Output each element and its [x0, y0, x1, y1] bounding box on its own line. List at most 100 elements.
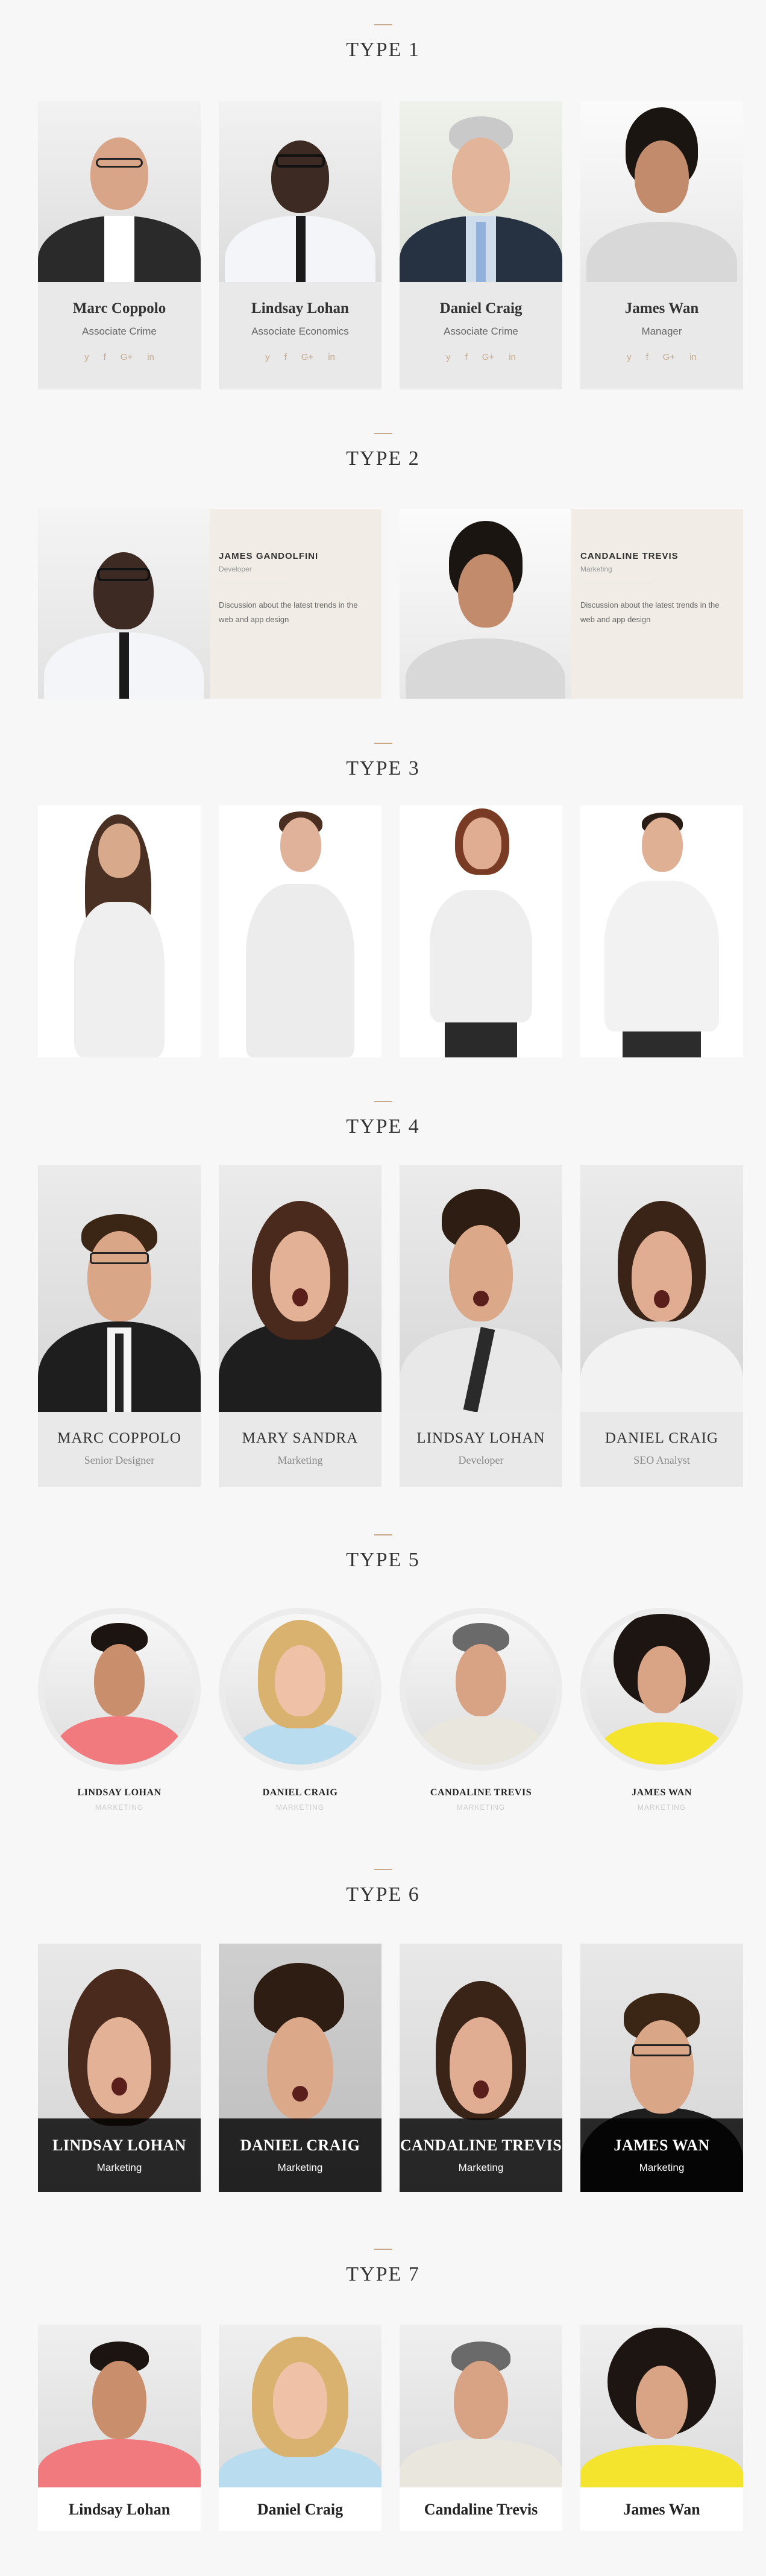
team-card[interactable]: MARC COPPOLO Senior Designer [38, 1165, 201, 1487]
member-name: DANIEL CRAIG [262, 1787, 338, 1798]
member-name: JAMES WAN [632, 1787, 692, 1798]
member-role: Marketing [277, 1454, 323, 1466]
member-name: LINDSAY LOHAN [52, 2137, 186, 2154]
team-card[interactable]: JAMES WAN MARKETING [580, 1608, 743, 1819]
member-role: Marketing [580, 565, 612, 573]
section-header: TYPE 2 [0, 433, 766, 470]
section-header: TYPE 6 [0, 1869, 766, 1906]
member-description: Discussion about the latest trends in th… [580, 600, 720, 624]
twitter-icon[interactable]: y [446, 352, 451, 362]
team-card[interactable] [580, 805, 743, 1057]
team-card[interactable] [38, 805, 201, 1057]
team-card[interactable]: DANIEL CRAIG Marketing [219, 1944, 381, 2192]
member-photo [38, 2325, 201, 2487]
facebook-icon[interactable]: f [465, 352, 468, 362]
member-info: JAMES GANDOLFINI Developer Discussion ab… [219, 551, 369, 627]
team-card[interactable]: JAMES GANDOLFINI Developer Discussion ab… [38, 509, 381, 699]
linkedin-icon[interactable]: in [328, 352, 335, 362]
person-figure [38, 805, 201, 1057]
member-name: CANDALINE TREVIS [430, 1787, 532, 1798]
team-section-type4: TYPE 4 MARC COPPOLO Senior Designer MARY… [0, 1101, 766, 1487]
team-card[interactable]: Daniel Craig Associate Crime y f G+ in [400, 101, 562, 389]
team-card[interactable]: CANDALINE TREVIS Marketing [400, 1944, 562, 2192]
team-card[interactable]: LINDSAY LOHAN Marketing [38, 1944, 201, 2192]
google-plus-icon[interactable]: G+ [301, 352, 313, 362]
member-role: Associate Crime [444, 326, 518, 337]
member-role: Marketing [639, 2162, 685, 2173]
facebook-icon[interactable]: f [646, 352, 648, 362]
member-photo [400, 101, 562, 282]
team-card[interactable] [219, 805, 381, 1057]
team-card[interactable]: Marc Coppolo Associate Crime y f G+ in [38, 101, 201, 389]
member-description: Discussion about the latest trends in th… [219, 600, 358, 624]
section-title: TYPE 6 [346, 1883, 420, 1906]
linkedin-icon[interactable]: in [147, 352, 154, 362]
section-divider [374, 24, 392, 25]
section-divider [374, 1101, 392, 1102]
member-role: MARKETING [95, 1803, 144, 1812]
member-role: Developer [458, 1454, 504, 1466]
facebook-icon[interactable]: f [104, 352, 106, 362]
member-role: Associate Economics [251, 326, 349, 337]
team-card[interactable]: MARY SANDRA Marketing [219, 1165, 381, 1487]
team-row: Lindsay Lohan Daniel Craig Candaline Tre… [38, 2325, 743, 2531]
section-title: TYPE 1 [346, 39, 420, 61]
member-name: LINDSAY LOHAN [77, 1787, 162, 1798]
member-overlay: LINDSAY LOHAN Marketing [38, 2118, 201, 2192]
section-title: TYPE 2 [346, 447, 420, 470]
twitter-icon[interactable]: y [627, 352, 632, 362]
member-role: Developer [219, 565, 252, 573]
section-title: TYPE 4 [346, 1115, 420, 1138]
linkedin-icon[interactable]: in [509, 352, 516, 362]
section-divider [374, 743, 392, 744]
linkedin-icon[interactable]: in [689, 352, 697, 362]
member-name: Lindsay Lohan [68, 2501, 171, 2518]
member-name: Daniel Craig [439, 300, 523, 316]
team-card[interactable]: CANDALINE TREVIS MARKETING [400, 1608, 562, 1819]
member-photo [580, 101, 743, 282]
team-card[interactable]: James Wan [580, 2325, 743, 2531]
team-card[interactable] [400, 805, 562, 1057]
section-title: TYPE 3 [346, 757, 420, 779]
google-plus-icon[interactable]: G+ [121, 352, 133, 362]
google-plus-icon[interactable]: G+ [482, 352, 494, 362]
member-name: James Wan [624, 300, 699, 316]
team-card[interactable]: CANDALINE TREVIS Marketing Discussion ab… [400, 509, 743, 699]
team-row: JAMES GANDOLFINI Developer Discussion ab… [38, 509, 743, 699]
member-role: Manager [641, 326, 682, 337]
team-section-type2: TYPE 2 JAMES GANDOLFINI Developer Discus… [0, 433, 766, 699]
member-role: MARKETING [275, 1803, 325, 1812]
section-title: TYPE 5 [346, 1549, 420, 1571]
team-card[interactable]: Daniel Craig [219, 2325, 381, 2531]
twitter-icon[interactable]: y [265, 352, 270, 362]
member-photo [400, 2325, 562, 2487]
team-card[interactable]: LINDSAY LOHAN MARKETING [38, 1608, 201, 1819]
team-card[interactable]: Lindsay Lohan [38, 2325, 201, 2531]
team-card[interactable]: DANIEL CRAIG MARKETING [219, 1608, 381, 1819]
member-overlay: DANIEL CRAIG Marketing [219, 2118, 381, 2192]
member-name: Lindsay Lohan [251, 300, 349, 316]
section-divider [374, 2249, 392, 2250]
member-photo [580, 2325, 743, 2487]
member-name: Candaline Trevis [424, 2501, 538, 2518]
person-figure [219, 805, 381, 1057]
team-card[interactable]: LINDSAY LOHAN Developer [400, 1165, 562, 1487]
member-role: SEO Analyst [633, 1454, 690, 1466]
team-card[interactable]: DANIEL CRAIG SEO Analyst [580, 1165, 743, 1487]
section-header: TYPE 7 [0, 2249, 766, 2286]
member-name: JAMES WAN [614, 2137, 710, 2154]
google-plus-icon[interactable]: G+ [663, 352, 675, 362]
team-card[interactable]: JAMES WAN Marketing [580, 1944, 743, 2192]
member-name: Marc Coppolo [72, 300, 166, 316]
twitter-icon[interactable]: y [84, 352, 89, 362]
section-header: TYPE 3 [0, 743, 766, 780]
team-card[interactable]: Lindsay Lohan Associate Economics y f G+ in [219, 101, 381, 389]
person-figure [580, 805, 743, 1057]
facebook-icon[interactable]: f [284, 352, 287, 362]
member-photo [38, 509, 210, 699]
team-card[interactable]: Candaline Trevis [400, 2325, 562, 2531]
team-section-type7: TYPE 7 Lindsay Lohan Daniel Craig Candal… [0, 2249, 766, 2531]
member-name: JAMES GANDOLFINI [219, 551, 319, 561]
member-name: MARY SANDRA [242, 1430, 359, 1446]
team-card[interactable]: James Wan Manager y f G+ in [580, 101, 743, 389]
